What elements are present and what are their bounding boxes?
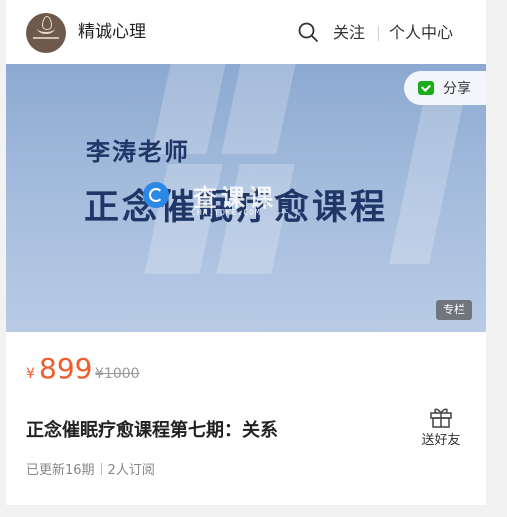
subscriber-count: 2人订阅 xyxy=(107,463,155,478)
price: 899 xyxy=(39,352,93,385)
gift-icon xyxy=(430,408,452,428)
original-price: ¥1000 xyxy=(95,366,140,382)
course-banner[interactable]: 李涛老师 正念催眠疗愈课程 查课课 CHA.YOKE.COM 分享 专栏 xyxy=(6,64,486,332)
brand-name[interactable]: 精诚心理 xyxy=(78,20,146,44)
window-light-5 xyxy=(388,104,464,264)
gift-to-friend-button[interactable]: 送好友 xyxy=(416,406,466,448)
course-page: 精诚心理 关注 个人中心 李涛老师 正念催眠疗愈课程 查课课 CHA.YOKE.… xyxy=(6,0,486,517)
share-label: 分享 xyxy=(443,81,471,97)
header: 精诚心理 关注 个人中心 xyxy=(6,0,486,64)
watermark-logo-icon xyxy=(143,182,169,208)
course-meta: 已更新16期 2人订阅 xyxy=(26,462,155,480)
window-light-2 xyxy=(221,64,296,154)
currency-symbol: ¥ xyxy=(26,366,35,382)
gift-label: 送好友 xyxy=(421,433,461,448)
meta-divider xyxy=(100,463,102,475)
follow-link[interactable]: 关注 xyxy=(333,22,365,44)
share-button[interactable]: 分享 xyxy=(404,71,486,105)
column-badge: 专栏 xyxy=(436,300,472,320)
update-count: 已更新16期 xyxy=(26,463,95,478)
search-icon[interactable] xyxy=(298,22,318,42)
nav-divider xyxy=(378,26,379,41)
banner-teacher-name: 李涛老师 xyxy=(86,137,190,166)
course-title: 正念催眠疗愈课程第七期：关系 xyxy=(26,420,278,441)
bottom-spacer xyxy=(6,505,486,517)
wechat-icon xyxy=(418,81,434,95)
brand-logo[interactable] xyxy=(26,13,66,53)
lotus-icon xyxy=(37,15,55,34)
watermark-url: CHA.YOKE.COM xyxy=(191,208,261,217)
personal-center-link[interactable]: 个人中心 xyxy=(389,22,453,44)
logo-wordmark xyxy=(33,36,59,39)
